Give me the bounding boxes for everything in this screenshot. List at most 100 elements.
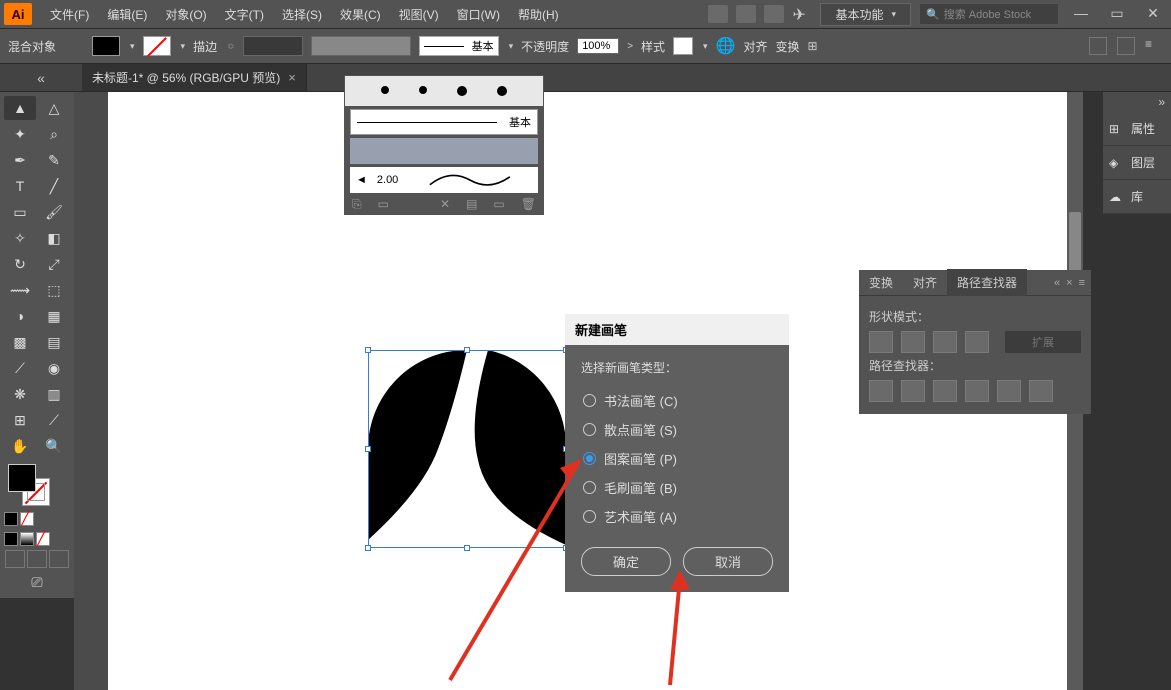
libraries-panel-tab[interactable]: ☁库	[1103, 180, 1171, 214]
brush-new-icon[interactable]: ▭	[493, 197, 504, 211]
pen-tool[interactable]: ✒	[4, 148, 36, 172]
direct-selection-tool[interactable]: △	[38, 96, 70, 120]
tab-collapse[interactable]: «	[0, 64, 82, 91]
tab-transform[interactable]: 变换	[859, 269, 903, 296]
transform-label[interactable]: 变换	[776, 38, 800, 55]
type-tool[interactable]: T	[4, 174, 36, 198]
arrange-icon[interactable]	[764, 5, 784, 23]
selection-tool[interactable]: ▲	[4, 96, 36, 120]
stroke-swatch[interactable]	[143, 36, 171, 56]
edit-icon[interactable]	[1117, 37, 1135, 55]
eraser-tool[interactable]: ◧	[38, 226, 70, 250]
tab-pathfinder[interactable]: 路径查找器	[947, 269, 1027, 296]
symbol-sprayer-tool[interactable]: ❋	[4, 382, 36, 406]
layers-panel-tab[interactable]: ◈图层	[1103, 146, 1171, 180]
panel-menu-icon[interactable]: ≡	[1079, 277, 1085, 289]
scale-tool[interactable]: ⤢	[38, 252, 70, 276]
screen-mode[interactable]: ⎚	[4, 570, 70, 594]
minimize-button[interactable]: —	[1067, 5, 1095, 23]
panel-collapse-icon[interactable]: «	[1054, 277, 1060, 289]
lasso-tool[interactable]: ⌕	[38, 122, 70, 146]
paintbrush-tool[interactable]: 🖌	[38, 200, 70, 224]
radio-calligraphic[interactable]: 书法画笔 (C)	[581, 386, 773, 415]
menu-window[interactable]: 窗口(W)	[449, 2, 508, 27]
close-button[interactable]: ✕	[1139, 5, 1167, 23]
radio-art[interactable]: 艺术画笔 (A)	[581, 502, 773, 531]
shaper-tool[interactable]: ✧	[4, 226, 36, 250]
eyedropper-tool[interactable]: ⟋	[4, 356, 36, 380]
brush-pattern[interactable]	[350, 138, 538, 164]
cancel-button[interactable]: 取消	[683, 547, 773, 576]
menu-object[interactable]: 对象(O)	[157, 2, 214, 27]
shape-builder-tool[interactable]: ◑	[4, 304, 36, 328]
free-transform-tool[interactable]: ⬚	[38, 278, 70, 302]
handle-tm[interactable]	[464, 347, 470, 353]
isolate-icon[interactable]	[1089, 37, 1107, 55]
stock-icon[interactable]	[736, 5, 756, 23]
trim-icon[interactable]	[901, 380, 925, 402]
brush-lib-icon[interactable]: ⎘	[352, 197, 362, 212]
bridge-icon[interactable]	[708, 5, 728, 23]
line-tool[interactable]: ╱	[38, 174, 70, 198]
rotate-tool[interactable]: ↻	[4, 252, 36, 276]
mini-none[interactable]: ╱	[20, 512, 34, 526]
tab-align[interactable]: 对齐	[903, 269, 947, 296]
menu-select[interactable]: 选择(S)	[274, 2, 330, 27]
radio-bristle[interactable]: 毛刷画笔 (B)	[581, 473, 773, 502]
artboard-tool[interactable]: ⊞	[4, 408, 36, 432]
brush-calligraphic-row[interactable]	[345, 76, 543, 106]
minus-front-icon[interactable]	[901, 331, 925, 353]
properties-panel-tab[interactable]: ⊞属性	[1103, 112, 1171, 146]
align-label[interactable]: 对齐	[744, 38, 768, 55]
width-tool[interactable]: ⟿	[4, 278, 36, 302]
hand-tool[interactable]: ✋	[4, 434, 36, 458]
menu-effect[interactable]: 效果(C)	[332, 2, 389, 27]
panel-menu-icon[interactable]: ≡	[1145, 37, 1163, 55]
merge-icon[interactable]	[933, 380, 957, 402]
opacity-input[interactable]: 100%	[577, 38, 619, 54]
workspace-selector[interactable]: 基本功能▾	[820, 3, 911, 26]
blend-tool[interactable]: ◉	[38, 356, 70, 380]
menu-file[interactable]: 文件(F)	[42, 2, 97, 27]
draw-normal[interactable]	[5, 550, 25, 568]
ok-button[interactable]: 确定	[581, 547, 671, 576]
panel-close-icon[interactable]: ×	[1066, 277, 1072, 289]
menu-type[interactable]: 文字(T)	[217, 2, 272, 27]
maximize-button[interactable]: ▭	[1103, 5, 1131, 23]
draw-inside[interactable]	[49, 550, 69, 568]
handle-bm[interactable]	[464, 545, 470, 551]
search-stock[interactable]: 🔍搜索 Adobe Stock	[919, 3, 1059, 25]
handle-ml[interactable]	[365, 446, 371, 452]
none-mode[interactable]: ╱	[36, 532, 50, 546]
menu-view[interactable]: 视图(V)	[391, 2, 447, 27]
rectangle-tool[interactable]: ▭	[4, 200, 36, 224]
brush-remove-icon[interactable]: ✕	[440, 197, 450, 211]
perspective-tool[interactable]: ▦	[38, 304, 70, 328]
draw-behind[interactable]	[27, 550, 47, 568]
gradient-tool[interactable]: ▤	[38, 330, 70, 354]
menu-help[interactable]: 帮助(H)	[510, 2, 567, 27]
brush-definition[interactable]: 基本	[419, 36, 499, 56]
stroke-weight-input[interactable]	[243, 36, 303, 56]
unite-icon[interactable]	[869, 331, 893, 353]
selected-artwork[interactable]	[368, 350, 566, 548]
fill-stroke-swatches[interactable]	[4, 464, 70, 508]
menu-edit[interactable]: 编辑(E)	[99, 2, 155, 27]
mesh-tool[interactable]: ▩	[4, 330, 36, 354]
expand-panels[interactable]: »	[1103, 92, 1171, 112]
magic-wand-tool[interactable]: ✦	[4, 122, 36, 146]
slice-tool[interactable]: ⟋	[38, 408, 70, 432]
handle-tl[interactable]	[365, 347, 371, 353]
zoom-tool[interactable]: 🔍	[38, 434, 70, 458]
outline-icon[interactable]	[997, 380, 1021, 402]
style-swatch[interactable]	[673, 37, 693, 55]
gradient-mode[interactable]	[20, 532, 34, 546]
stroke-profile[interactable]	[311, 36, 411, 56]
radio-scatter[interactable]: 散点画笔 (S)	[581, 415, 773, 444]
mini-fill[interactable]	[4, 512, 18, 526]
brush-basic[interactable]: 基本	[350, 109, 538, 135]
brush-options-icon[interactable]: ▤	[466, 197, 477, 211]
exclude-icon[interactable]	[965, 331, 989, 353]
document-tab[interactable]: 未标题-1* @ 56% (RGB/GPU 预览) ×	[82, 64, 307, 91]
minus-back-icon[interactable]	[1029, 380, 1053, 402]
